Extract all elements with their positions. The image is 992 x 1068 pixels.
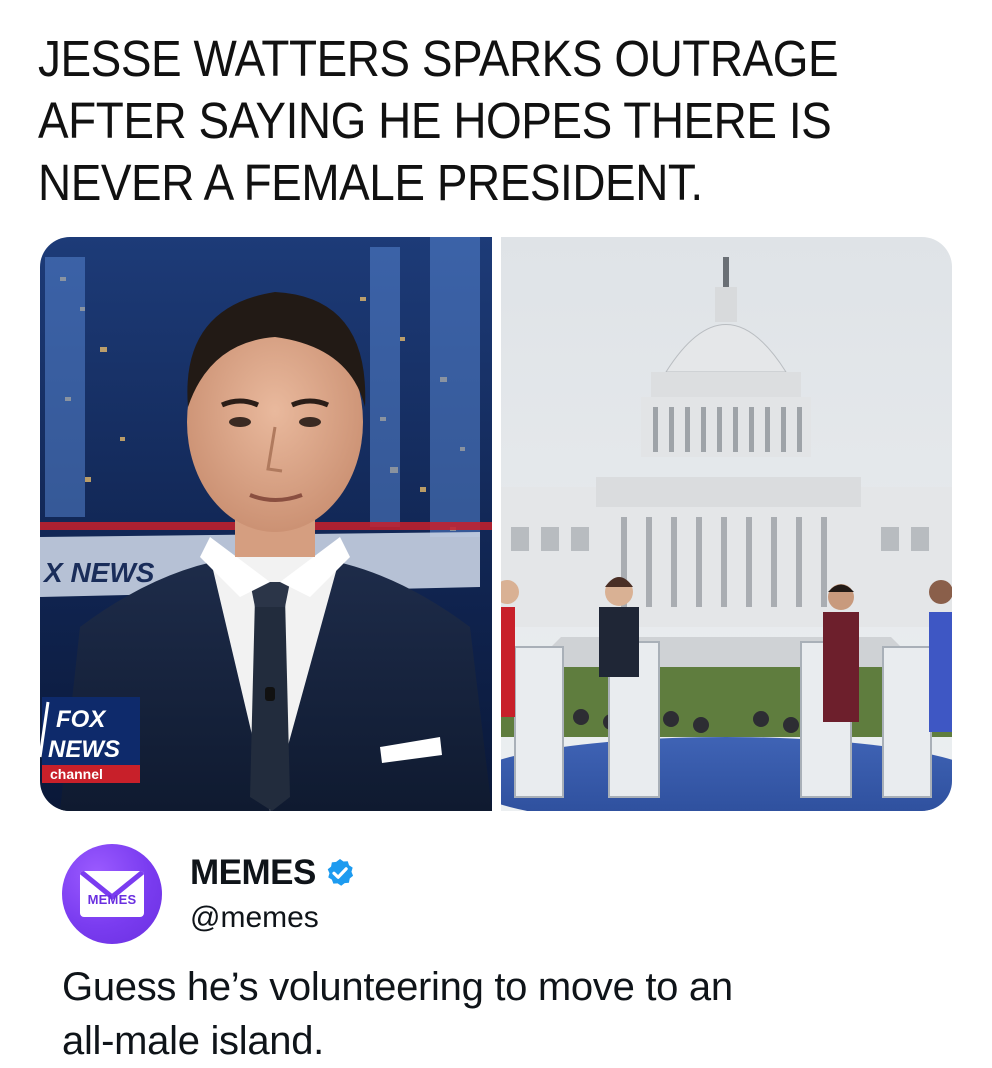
verified-badge-icon — [327, 859, 353, 886]
tweet-text: Guess he’s volunteering to move to an al… — [62, 960, 942, 1068]
headline-line: AFTER SAYING HE HOPES THERE IS — [38, 92, 832, 149]
capitol-debate-photo[interactable] — [501, 237, 952, 811]
author-handle[interactable]: @memes — [190, 901, 356, 935]
avatar-label: MEMES — [87, 892, 137, 907]
media-grid[interactable]: X NEWS FOX NEWS channel — [40, 237, 952, 811]
capitol-illustration — [501, 237, 952, 811]
tweet-text-line: Guess he’s volunteering to move to an — [62, 965, 733, 1009]
envelope-icon: MEMES — [80, 871, 144, 917]
lower-third-text: X NEWS — [42, 557, 155, 588]
fox-logo-line2: NEWS — [48, 736, 120, 763]
tweet-text-line: all-male island. — [62, 1019, 324, 1063]
news-anchor-illustration: X NEWS FOX NEWS channel — [40, 237, 492, 811]
headline-line: JESSE WATTERS SPARKS OUTRAGE — [38, 30, 839, 87]
headline-line: NEVER A FEMALE PRESIDENT. — [38, 154, 703, 211]
author-meta: MEMES @memes — [190, 853, 356, 935]
fox-logo-line1: FOX — [56, 706, 107, 733]
headline: JESSE WATTERS SPARKS OUTRAGE AFTER SAYIN… — [38, 28, 866, 214]
news-anchor-photo[interactable]: X NEWS FOX NEWS channel — [40, 237, 492, 811]
tweet-author[interactable]: MEMES MEMES @memes — [62, 843, 356, 945]
author-name[interactable]: MEMES — [190, 853, 316, 893]
fox-news-logo-icon: FOX NEWS channel — [40, 697, 140, 783]
fox-logo-line3: channel — [50, 766, 103, 782]
author-name-row: MEMES — [190, 853, 356, 893]
avatar[interactable]: MEMES — [62, 844, 162, 944]
